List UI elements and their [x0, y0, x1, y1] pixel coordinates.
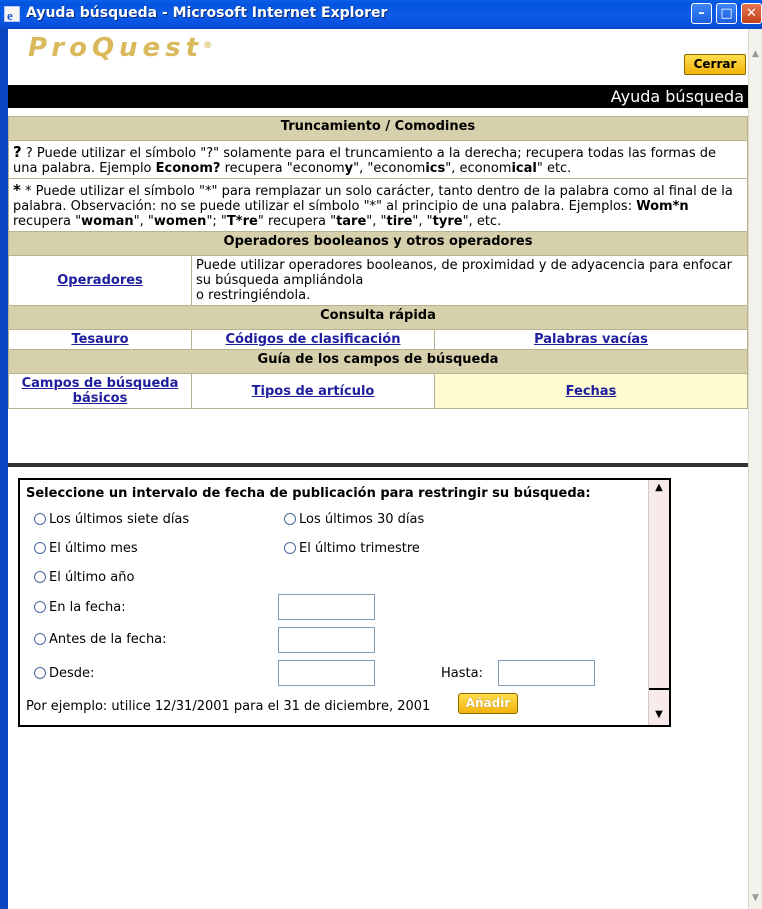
divider: [8, 463, 748, 467]
bold-part: y: [344, 161, 354, 176]
option-last-30-days[interactable]: Los últimos 30 días: [284, 512, 424, 527]
example: Wom*n: [636, 199, 689, 214]
close-button[interactable]: Cerrar: [684, 54, 746, 75]
label: En la fecha:: [49, 600, 126, 615]
text: "; ": [206, 214, 227, 229]
example: T*re: [226, 214, 258, 229]
radio-last-quarter[interactable]: [284, 542, 296, 554]
logo-text: ProQuest: [28, 33, 204, 63]
text: ", ": [133, 214, 154, 229]
date-range-title: Seleccione un intervalo de fecha de publ…: [26, 486, 591, 501]
bold-part: tire: [386, 214, 413, 229]
minimize-button[interactable]: –: [691, 3, 712, 24]
proquest-logo: ProQuest®: [28, 33, 212, 63]
maximize-button[interactable]: □: [716, 3, 737, 24]
text: ", ": [366, 214, 387, 229]
text: recupera "econom: [220, 161, 345, 176]
radio-from[interactable]: [34, 667, 46, 679]
until-label: Hasta:: [441, 666, 483, 681]
label: Los últimos 30 días: [299, 512, 425, 527]
option-last-year[interactable]: El último año: [34, 570, 134, 585]
date-example-text: Por ejemplo: utilice 12/31/2001 para el …: [26, 699, 431, 714]
before-date-input[interactable]: [278, 627, 375, 653]
text: ", econom: [445, 161, 512, 176]
bold-part: women: [153, 214, 207, 229]
text: recupera ": [13, 214, 82, 229]
scroll-thumb[interactable]: [649, 688, 669, 690]
label: Desde:: [49, 666, 95, 681]
page-title: Ayuda búsqueda: [8, 85, 748, 108]
text: " recupera ": [257, 214, 337, 229]
dates-link[interactable]: Fechas: [434, 373, 748, 409]
label: El último trimestre: [299, 541, 420, 556]
ie-icon: e: [4, 6, 20, 23]
radio-on-date[interactable]: [34, 601, 46, 613]
scroll-up-icon[interactable]: ▲: [652, 482, 666, 496]
bold-part: tare: [336, 214, 367, 229]
text: ", "econom: [353, 161, 426, 176]
text: Puede utilizar operadores booleanos, de …: [196, 258, 732, 288]
radio-last-7-days[interactable]: [34, 513, 46, 525]
label: El último año: [49, 570, 135, 585]
basic-fields-link[interactable]: Campos de búsqueda básicos: [8, 373, 192, 409]
section-heading-truncation: Truncamiento / Comodines: [8, 116, 748, 141]
stop-words-link[interactable]: Palabras vacías: [434, 329, 748, 350]
scroll-down-arrow[interactable]: ▼: [750, 893, 761, 907]
truncation-asterisk-text: * * Puede utilizar el símbolo "*" para r…: [8, 178, 748, 232]
text: ", ": [412, 214, 433, 229]
example: Econom?: [155, 161, 221, 176]
text: * Puede utilizar el símbolo "*" para rem…: [13, 184, 733, 214]
scroll-up-arrow[interactable]: ▲: [750, 49, 761, 63]
option-before-date[interactable]: Antes de la fecha:: [34, 632, 167, 647]
operators-link[interactable]: Operadores: [8, 255, 192, 306]
text: " etc.: [536, 161, 572, 176]
window-title: Ayuda búsqueda - Microsoft Internet Expl…: [26, 5, 388, 21]
option-last-quarter[interactable]: El último trimestre: [284, 541, 420, 556]
from-date-input[interactable]: [278, 660, 375, 686]
bold-part: ical: [511, 161, 537, 176]
window-frame-left: [0, 29, 8, 909]
on-date-input[interactable]: [278, 594, 375, 620]
question-symbol: ?: [13, 143, 22, 161]
bold-part: tyre: [432, 214, 463, 229]
window-title-bar[interactable]: e Ayuda búsqueda - Microsoft Internet Ex…: [0, 0, 762, 29]
maximize-icon: □: [720, 6, 733, 21]
classification-codes-link[interactable]: Códigos de clasificación: [191, 329, 435, 350]
operators-description: Puede utilizar operadores booleanos, de …: [191, 255, 748, 306]
radio-last-month[interactable]: [34, 542, 46, 554]
article-types-link[interactable]: Tipos de artículo: [191, 373, 435, 409]
asterisk-symbol: *: [13, 181, 21, 199]
until-date-input[interactable]: [498, 660, 595, 686]
date-range-panel: Seleccione un intervalo de fecha de publ…: [18, 478, 671, 727]
text: ", etc.: [462, 214, 502, 229]
scroll-down-icon[interactable]: ▼: [652, 709, 666, 723]
date-panel-scrollbar[interactable]: ▲ ▼: [648, 480, 669, 725]
option-last-7-days[interactable]: Los últimos siete días: [34, 512, 189, 527]
radio-before-date[interactable]: [34, 633, 46, 645]
truncation-question-text: ? ? Puede utilizar el símbolo "?" solame…: [8, 140, 748, 179]
label: Antes de la fecha:: [49, 632, 167, 647]
close-icon: ✕: [746, 6, 757, 21]
radio-last-30-days[interactable]: [284, 513, 296, 525]
minimize-icon: –: [698, 6, 705, 21]
radio-last-year[interactable]: [34, 571, 46, 583]
logo-mark: ®: [203, 41, 213, 51]
label: Los últimos siete días: [49, 512, 190, 527]
section-heading-quick: Consulta rápida: [8, 305, 748, 330]
add-button[interactable]: Añadir: [458, 693, 518, 714]
section-heading-boolean: Operadores booleanos y otros operadores: [8, 231, 748, 256]
page-scrollbar[interactable]: ▲ ▼: [748, 29, 762, 909]
bold-part: woman: [81, 214, 134, 229]
app-icon-glyph: e: [7, 8, 13, 23]
label: El último mes: [49, 541, 138, 556]
close-window-button[interactable]: ✕: [741, 3, 762, 24]
text: o restringiéndola.: [196, 288, 311, 303]
bold-part: ics: [425, 161, 446, 176]
option-last-month[interactable]: El último mes: [34, 541, 138, 556]
section-heading-fields: Guía de los campos de búsqueda: [8, 349, 748, 374]
option-on-date[interactable]: En la fecha:: [34, 600, 126, 615]
option-from[interactable]: Desde:: [34, 666, 94, 681]
help-table: Truncamiento / Comodines ? ? Puede utili…: [8, 116, 748, 409]
thesaurus-link[interactable]: Tesauro: [8, 329, 192, 350]
